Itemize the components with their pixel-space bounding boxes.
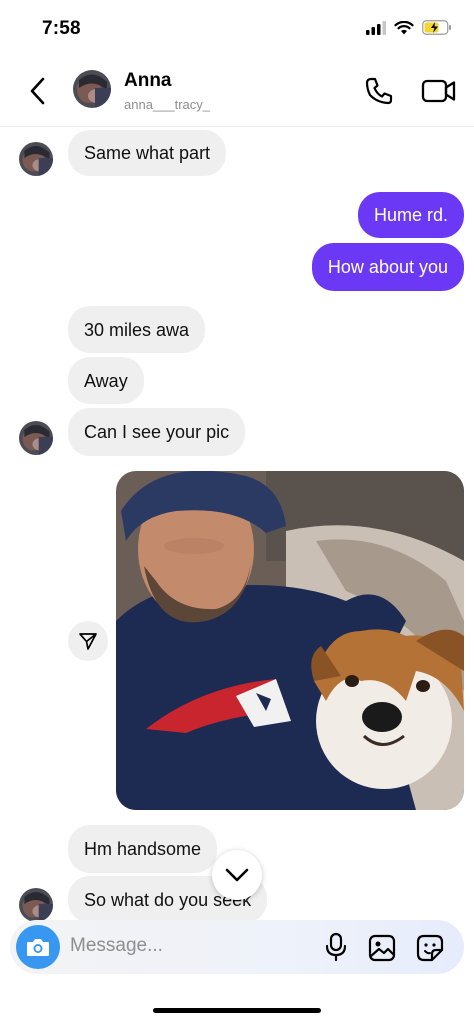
- message-bubble-incoming[interactable]: 30 miles awa: [68, 306, 206, 353]
- message-bubble-outgoing[interactable]: Hume rd.: [357, 192, 464, 238]
- home-indicator: [153, 1008, 321, 1013]
- camera-icon: [27, 939, 49, 956]
- avatar[interactable]: [73, 70, 111, 108]
- voice-message-button[interactable]: [322, 932, 350, 962]
- message-bubble-outgoing[interactable]: How about you: [311, 243, 464, 291]
- video-icon: [421, 79, 456, 103]
- contact-username[interactable]: anna___tracy_: [124, 97, 210, 112]
- sender-avatar[interactable]: [19, 888, 53, 922]
- status-icons: [366, 20, 452, 35]
- gallery-button[interactable]: [367, 933, 397, 963]
- battery-icon: [422, 20, 451, 35]
- scroll-to-bottom-button[interactable]: [212, 850, 262, 900]
- contact-name[interactable]: Anna: [124, 70, 172, 92]
- wifi-icon: [394, 20, 414, 34]
- share-button[interactable]: [68, 621, 108, 661]
- camera-button[interactable]: [16, 925, 60, 969]
- sender-avatar[interactable]: [19, 142, 53, 176]
- signal-icon: [366, 20, 386, 35]
- video-call-button[interactable]: [420, 74, 458, 108]
- message-bubble-incoming[interactable]: Hm handsome: [68, 825, 218, 873]
- status-time: 7:58: [42, 18, 81, 39]
- chevron-down-icon: [225, 868, 249, 882]
- phone-icon: [365, 77, 393, 105]
- message-bubble-incoming[interactable]: Can I see your pic: [68, 408, 246, 456]
- chat-header: Anna anna___tracy_: [0, 60, 474, 127]
- message-photo[interactable]: [116, 471, 464, 810]
- call-button[interactable]: [362, 74, 396, 108]
- sticker-icon: [416, 934, 444, 962]
- message-composer: [10, 920, 464, 974]
- send-icon: [79, 633, 97, 650]
- back-icon: [30, 77, 45, 105]
- message-bubble-incoming[interactable]: Away: [68, 357, 144, 404]
- message-bubble-incoming[interactable]: Same what part: [68, 130, 227, 176]
- back-button[interactable]: [24, 74, 54, 108]
- mic-icon: [325, 932, 347, 962]
- message-input[interactable]: [68, 934, 312, 958]
- sticker-button[interactable]: [415, 933, 445, 963]
- sender-avatar[interactable]: [19, 421, 53, 455]
- gallery-icon: [368, 934, 396, 962]
